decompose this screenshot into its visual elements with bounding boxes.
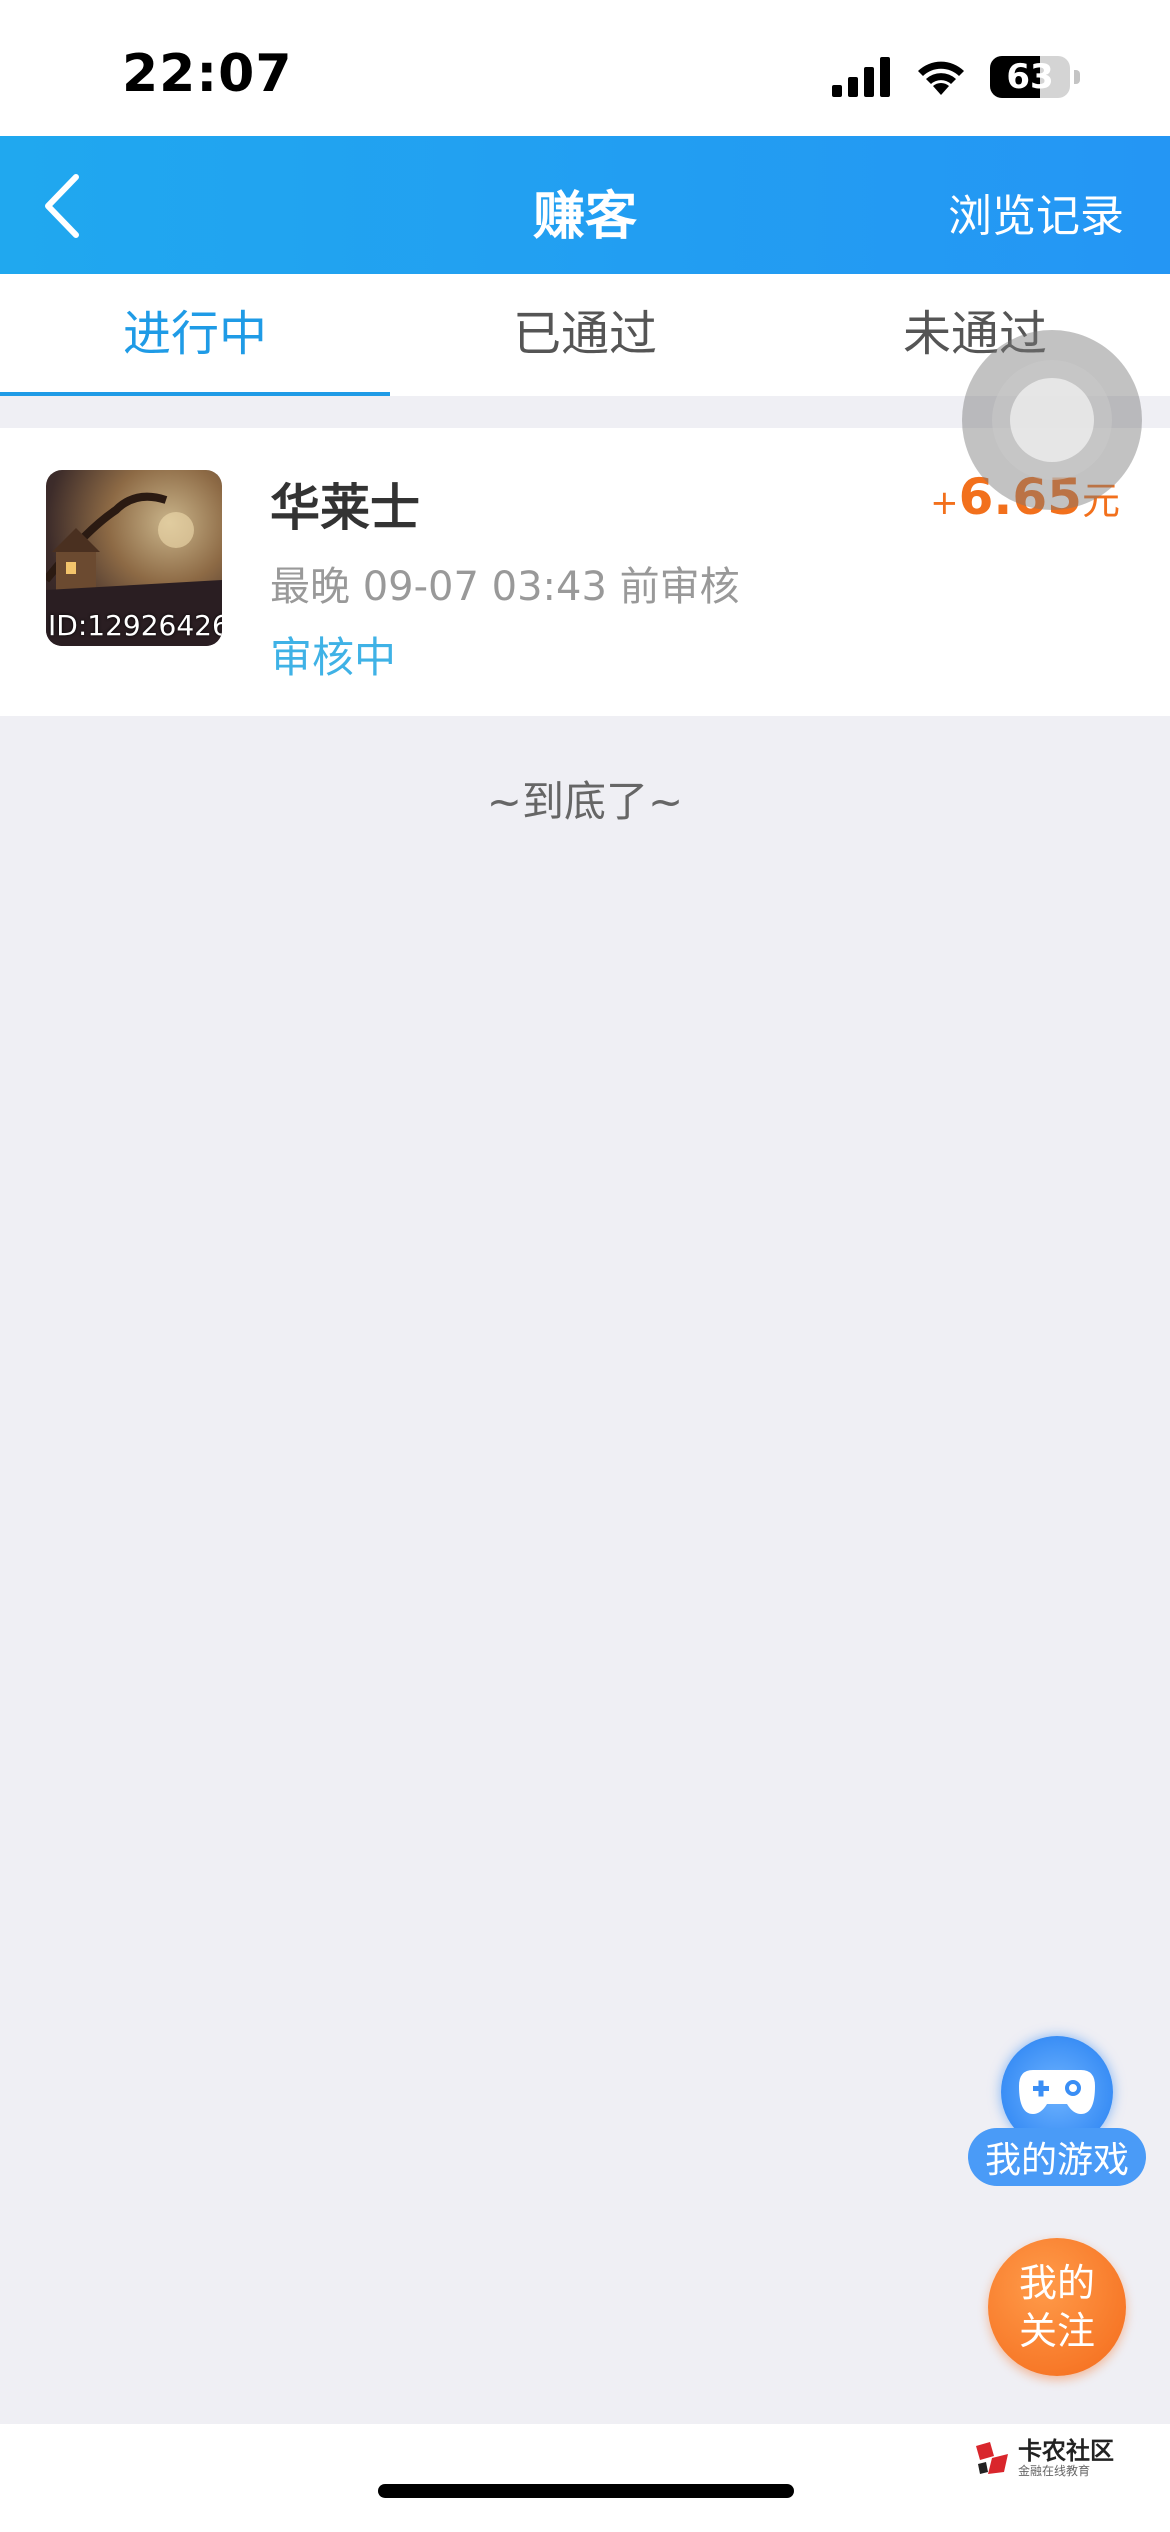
status-icons: 63	[832, 52, 1080, 102]
bottom-bar: 卡农社区 金融在线教育	[0, 2424, 1170, 2532]
tab-approved[interactable]: 已通过	[390, 274, 780, 396]
back-button[interactable]	[40, 166, 120, 246]
watermark-sub: 金融在线教育	[1018, 2464, 1091, 2478]
status-bar: 22:07 63	[0, 0, 1170, 136]
gamepad-icon	[1019, 2070, 1095, 2114]
watermark-text: 卡农社区 金融在线教育	[1018, 2438, 1114, 2478]
status-time: 22:07	[122, 44, 293, 104]
tab-in-progress[interactable]: 进行中	[0, 274, 390, 396]
task-thumbnail: ID:12926426	[46, 470, 222, 646]
task-id-label: ID:12926426	[48, 609, 222, 642]
home-indicator[interactable]	[378, 2484, 794, 2498]
battery-percentage: 63	[1006, 57, 1054, 97]
my-follow-button[interactable]: 我的 关注	[988, 2238, 1126, 2376]
battery-cap	[1074, 70, 1080, 84]
task-status: 审核中	[270, 633, 397, 682]
task-title: 华莱士	[270, 479, 420, 537]
reward-plus: +	[930, 483, 959, 523]
kanong-logo-icon	[976, 2442, 1008, 2474]
browse-history-link[interactable]: 浏览记录	[948, 180, 1124, 244]
battery-icon: 63	[990, 56, 1070, 98]
nav-bar: 赚客 浏览记录	[0, 136, 1170, 274]
my-games-label: 我的游戏	[968, 2128, 1146, 2186]
chevron-left-icon	[45, 174, 79, 238]
watermark-main: 卡农社区	[1018, 2437, 1114, 2465]
task-deadline: 最晚 09-07 03:43 前审核	[270, 564, 740, 610]
assistive-touch-button[interactable]	[962, 330, 1142, 510]
wifi-icon	[918, 61, 964, 95]
end-of-list-text: ~到底了~	[486, 777, 684, 826]
my-follow-label: 我的 关注	[1018, 2261, 1095, 2353]
watermark: 卡农社区 金融在线教育	[972, 2438, 1114, 2478]
my-games-button[interactable]: 我的游戏	[968, 2036, 1146, 2192]
cellular-signal-icon	[832, 57, 890, 97]
